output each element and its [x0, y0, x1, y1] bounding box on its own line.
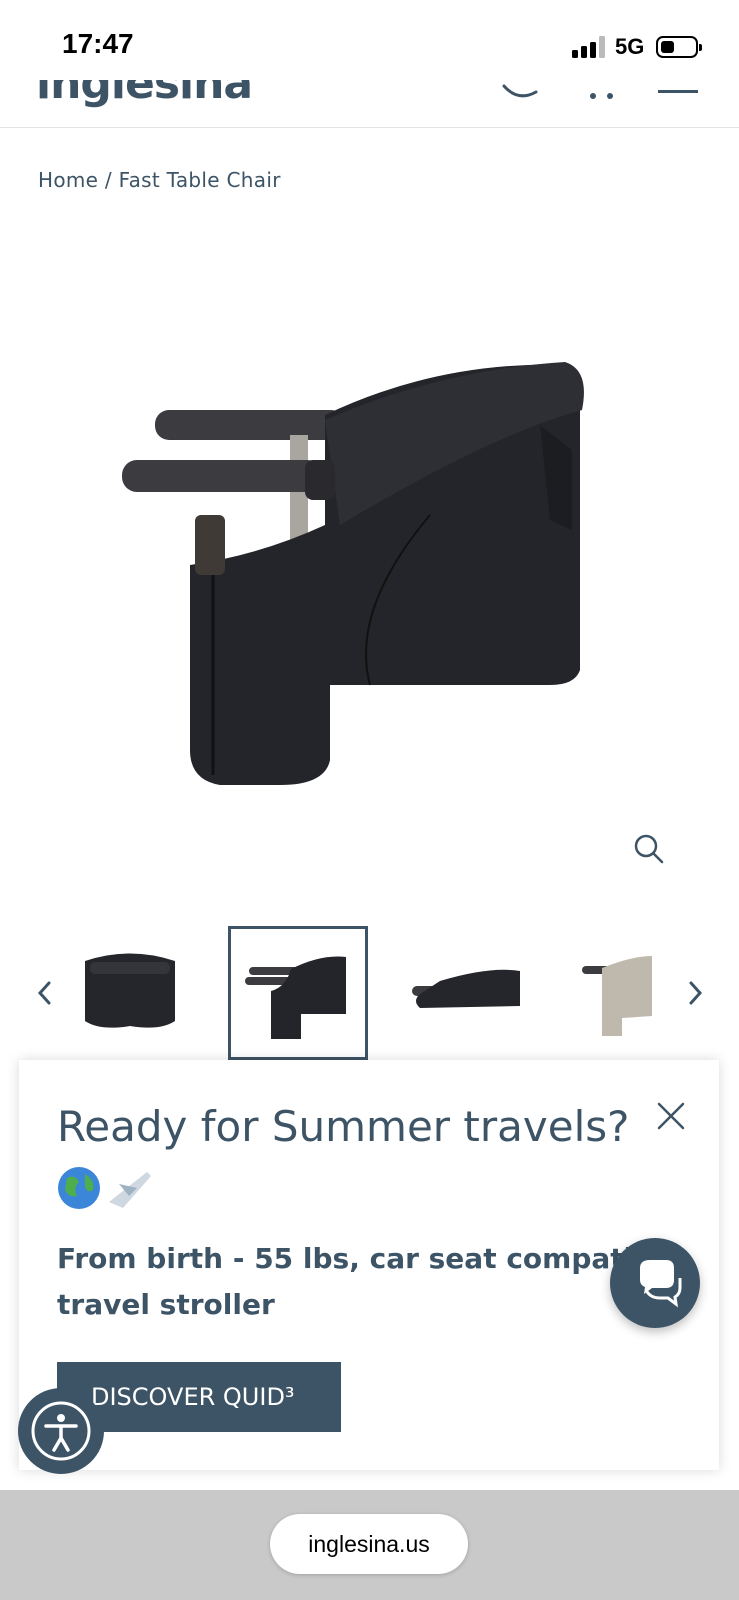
menu-icon[interactable]	[656, 80, 702, 110]
breadcrumb-home[interactable]: Home	[38, 168, 98, 192]
url-bar[interactable]: inglesina.us	[270, 1514, 468, 1574]
site-header: inglesina	[0, 80, 739, 128]
popup-subtitle: From birth - 55 lbs, car seat compatible…	[57, 1242, 682, 1321]
globe-airplane-icon	[58, 1167, 151, 1209]
status-bar: 17:47 5G	[0, 0, 739, 80]
thumbnail-3[interactable]	[400, 926, 540, 1060]
signal-icon	[572, 36, 606, 58]
chat-button[interactable]	[610, 1238, 700, 1328]
chevron-left-icon[interactable]	[34, 978, 56, 1008]
brand-logo[interactable]: inglesina	[36, 80, 253, 109]
thumbnail-2[interactable]	[228, 926, 368, 1060]
product-image[interactable]	[110, 340, 610, 810]
thumbnail-strip	[0, 920, 739, 1060]
accessibility-icon	[31, 1401, 91, 1461]
breadcrumb: Home / Fast Table Chair	[38, 168, 281, 192]
thumbnail-4[interactable]	[572, 926, 652, 1060]
breadcrumb-separator: /	[98, 168, 119, 192]
accessibility-button[interactable]	[18, 1388, 104, 1474]
battery-icon	[656, 36, 702, 58]
close-icon[interactable]	[655, 1100, 687, 1132]
network-label: 5G	[615, 34, 645, 59]
popup-title: Ready for Summer travels?	[57, 1102, 630, 1151]
zoom-icon[interactable]	[632, 832, 666, 866]
browser-bar: inglesina.us	[0, 1490, 739, 1600]
cart-icon[interactable]	[584, 80, 620, 110]
chat-icon	[640, 1260, 682, 1308]
chevron-right-icon[interactable]	[684, 978, 706, 1008]
breadcrumb-current: Fast Table Chair	[118, 168, 281, 192]
search-icon[interactable]	[500, 80, 540, 110]
status-time: 17:47	[62, 28, 134, 59]
thumbnail-1[interactable]	[60, 926, 200, 1060]
